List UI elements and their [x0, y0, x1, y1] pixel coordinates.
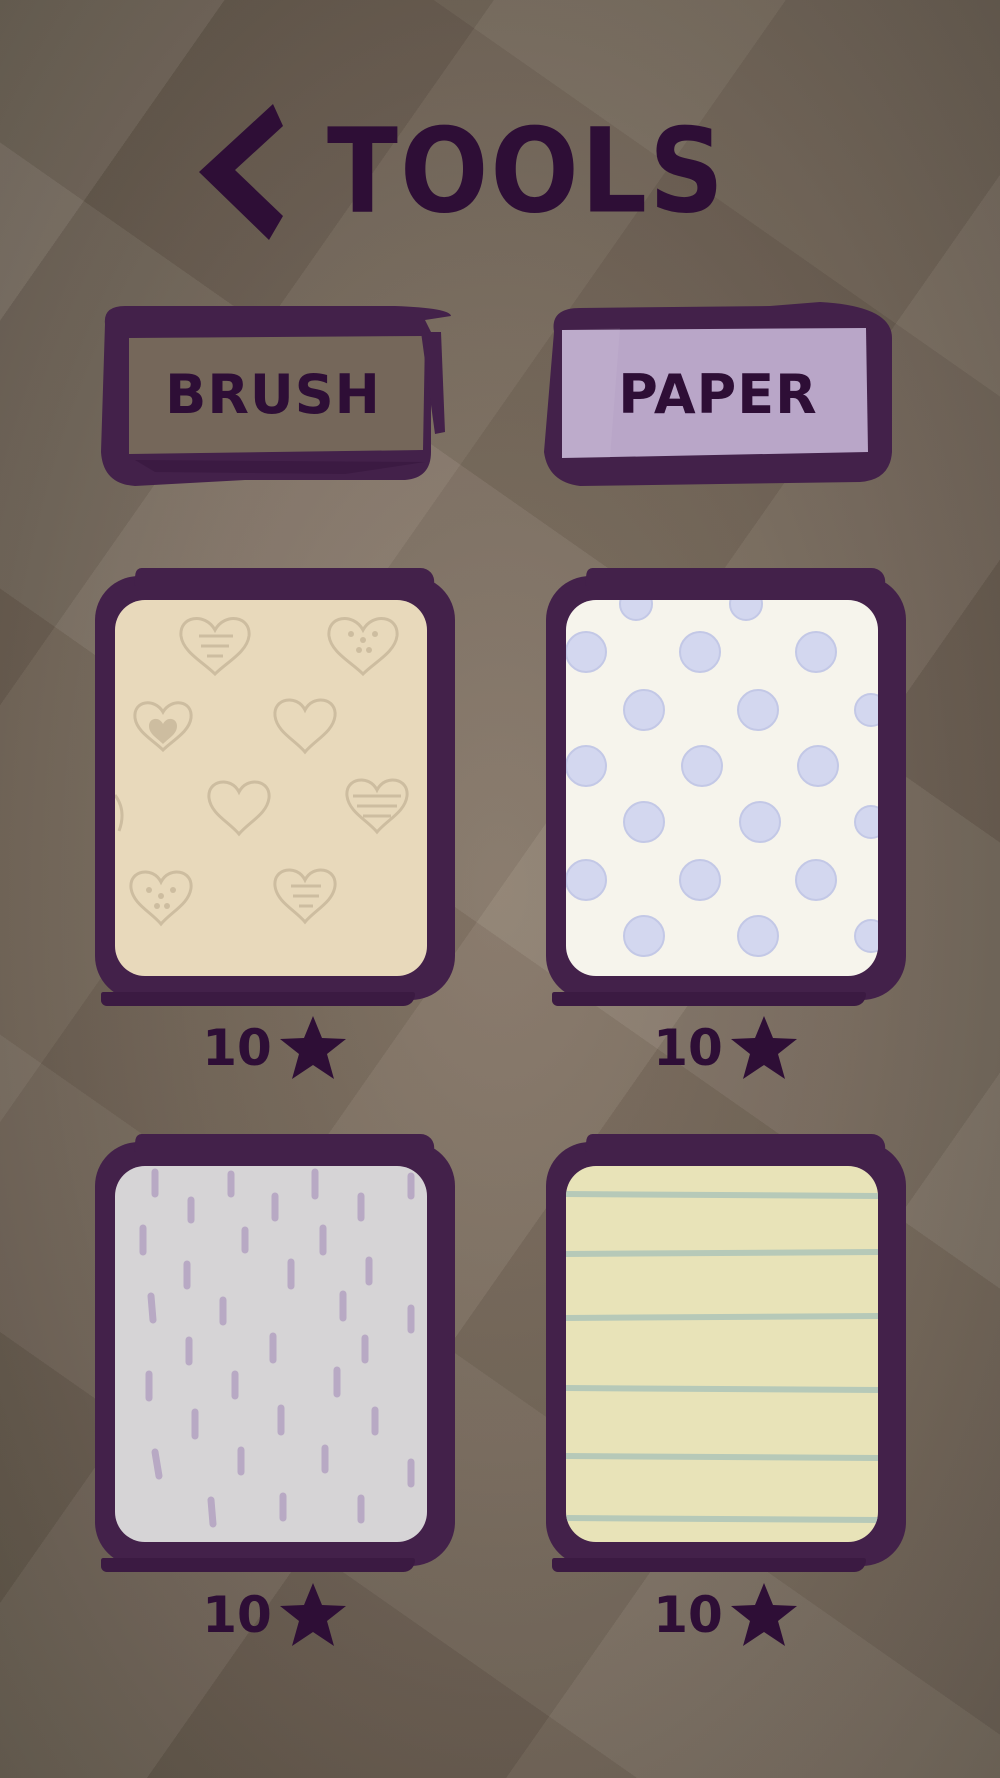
- chevron-left-icon: [199, 103, 283, 240]
- paper-card-dashes[interactable]: [95, 1142, 455, 1572]
- price-value: 10: [202, 1586, 272, 1644]
- paper-preview-dashes: [115, 1166, 427, 1542]
- paper-price: 10: [175, 1013, 375, 1083]
- hearts-pattern: [115, 600, 427, 976]
- tab-paper[interactable]: PAPER: [540, 302, 896, 486]
- dashes-pattern: [115, 1166, 427, 1542]
- star-icon: [279, 1016, 346, 1079]
- paper-price: 10: [626, 1580, 826, 1650]
- paper-preview-scribble-dots: [566, 600, 878, 976]
- price-value: 10: [653, 1586, 723, 1644]
- page-title: TOOLS: [327, 102, 726, 239]
- tab-brush[interactable]: BRUSH: [95, 302, 451, 486]
- paper-card-hearts[interactable]: [95, 576, 455, 1006]
- star-icon: [730, 1583, 797, 1646]
- paper-card-ruled-lines[interactable]: [546, 1142, 906, 1572]
- paper-card-scribble-dots[interactable]: [546, 576, 906, 1006]
- tab-brush-label: BRUSH: [165, 362, 381, 426]
- price-value: 10: [653, 1019, 723, 1077]
- paper-preview-hearts: [115, 600, 427, 976]
- paper-preview-ruled-lines: [566, 1166, 878, 1542]
- tab-paper-label: PAPER: [618, 362, 818, 426]
- paper-price: 10: [175, 1580, 375, 1650]
- scribble-dots-pattern: [566, 600, 878, 976]
- paper-price: 10: [626, 1013, 826, 1083]
- ruled-lines-pattern: [566, 1166, 878, 1542]
- back-button[interactable]: TOOLS: [195, 98, 726, 243]
- price-value: 10: [202, 1019, 272, 1077]
- star-icon: [279, 1583, 346, 1646]
- star-icon: [730, 1016, 797, 1079]
